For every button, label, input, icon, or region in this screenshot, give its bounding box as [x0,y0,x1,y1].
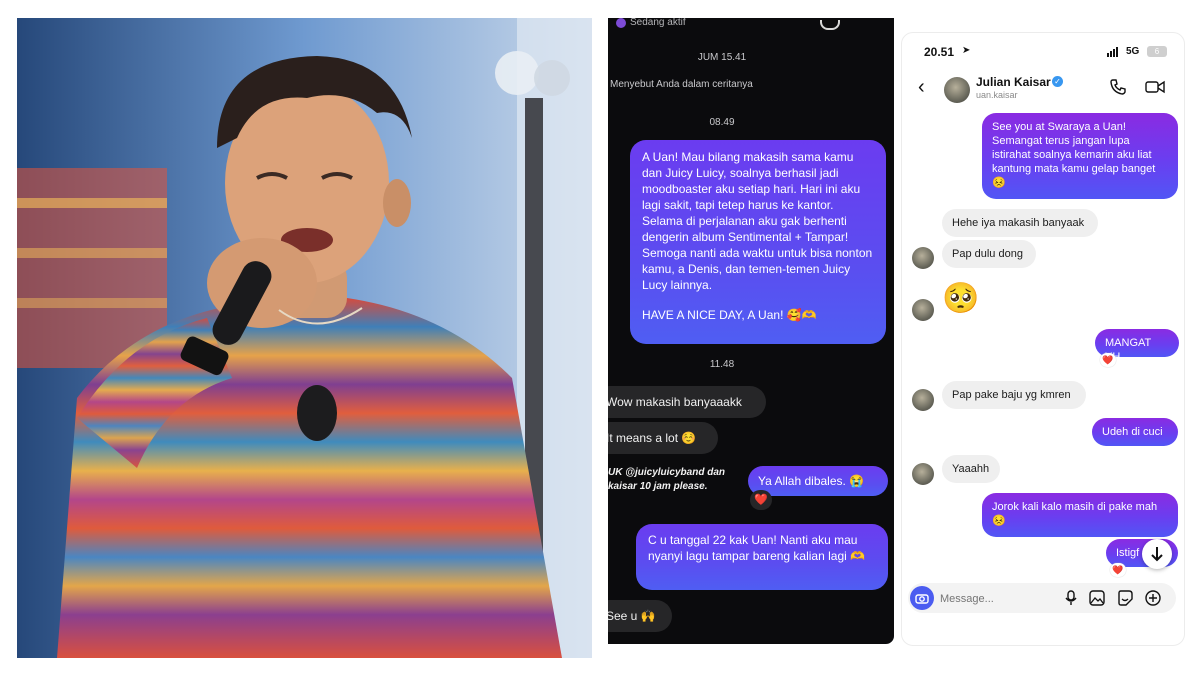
message-bubble-received[interactable]: It means a lot ☺️ [608,422,718,454]
story-mention-notice: Menyebut Anda dalam ceritanya [610,79,753,90]
message-text: Udeh di cuci [1102,426,1163,438]
message-text: Yaaahh [952,463,990,475]
gallery-icon[interactable] [1088,589,1106,607]
message-text: Hehe iya makasih banyaak [952,217,1085,229]
message-bubble-received[interactable]: Wow makasih banyaaakk [608,386,766,418]
avatar [912,247,934,269]
light-chat-screenshot: 20.51 ➤ 5G 6 ‹ Julian Kaisar ✓ uan.kaisa… [901,32,1185,646]
location-arrow-icon: ➤ [962,45,971,56]
back-icon[interactable]: ‹ [918,77,925,97]
message-text: Wow makasih banyaaakk [608,395,742,409]
message-bubble-sent[interactable]: See you at Swaraya a Uan! Semangat terus… [982,113,1178,199]
emoji-message[interactable]: 🥺 [942,281,979,317]
avatar [616,18,626,28]
camera-icon[interactable] [910,586,934,610]
message-text: See you at Swaraya a Uan! Semangat terus… [992,121,1156,189]
message-input[interactable] [938,589,1052,609]
message-text: A Uan! Mau bilang makasih sama kamu dan … [642,150,873,292]
scroll-down-icon[interactable] [1142,539,1172,569]
dark-chat-screenshot: Sedang aktif JUM 15.41 Menyebut Anda dal… [608,18,894,644]
message-text: See u 🙌 [608,609,656,623]
verified-icon: ✓ [1052,76,1063,87]
story-reply-bubble[interactable]: Ya Allah dibales. 😭 [748,466,888,496]
message-bubble-sent[interactable]: Udeh di cuci [1092,418,1178,446]
singer-photo-illustration [17,18,592,658]
message-bubble-received[interactable]: See u 🙌 [608,600,672,632]
message-text: Jorok kali kalo masih di pake mah 😣 [992,501,1158,527]
message-bubble-sent[interactable]: A Uan! Mau bilang makasih sama kamu dan … [630,140,886,344]
story-caption: UK @juicyluicyband dan kaisar 10 jam ple… [608,467,725,492]
network-label: 5G [1126,46,1140,57]
heart-reaction[interactable]: ❤️ [1110,563,1126,577]
plus-icon[interactable] [1144,589,1162,607]
message-bubble-received[interactable]: Pap pake baju yg kmren [942,381,1086,409]
message-text: C u tanggal 22 kak Uan! Nanti aku mau ny… [648,533,866,563]
heart-reaction[interactable]: ❤️ [1100,353,1116,367]
singer-photo [17,18,592,658]
video-icon[interactable] [1144,77,1166,97]
status-time: 20.51 [924,45,955,59]
message-text: Ya Allah dibales. 😭 [758,474,865,488]
message-bubble-received[interactable]: Pap dulu dong [942,240,1036,268]
timestamp: 11.48 [709,359,735,370]
avatar[interactable] [944,77,970,103]
message-text: Pap pake baju yg kmren [952,389,1071,401]
avatar [912,299,934,321]
contact-name[interactable]: Julian Kaisar [976,75,1051,89]
mic-icon[interactable] [1062,589,1080,607]
message-text: Istigf [1116,547,1140,559]
message-text: It means a lot ☺️ [608,431,697,445]
contact-handle: uan.kaisar [976,90,1018,100]
message-text: HAVE A NICE DAY, A Uan! 🥰🫶 [642,308,817,322]
avatar [912,389,934,411]
avatar [912,463,934,485]
timestamp: JUM 15.41 [697,52,747,63]
phone-icon[interactable] [820,20,840,30]
timestamp: 08.49 [709,117,735,128]
active-status: Sedang aktif [630,18,686,28]
phone-icon[interactable] [1108,77,1128,97]
message-text: Pap dulu dong [952,248,1023,260]
message-bubble-received[interactable]: Yaaahh [942,455,1000,483]
battery-indicator: 6 [1147,46,1167,57]
message-bubble-received[interactable]: Hehe iya makasih banyaak [942,209,1098,237]
message-bubble-sent[interactable]: Jorok kali kalo masih di pake mah 😣 [982,493,1178,537]
sticker-icon[interactable] [1116,589,1134,607]
heart-reaction[interactable]: ❤️ [750,490,772,510]
message-bubble-sent[interactable]: C u tanggal 22 kak Uan! Nanti aku mau ny… [636,524,888,590]
signal-icon [1107,47,1118,57]
